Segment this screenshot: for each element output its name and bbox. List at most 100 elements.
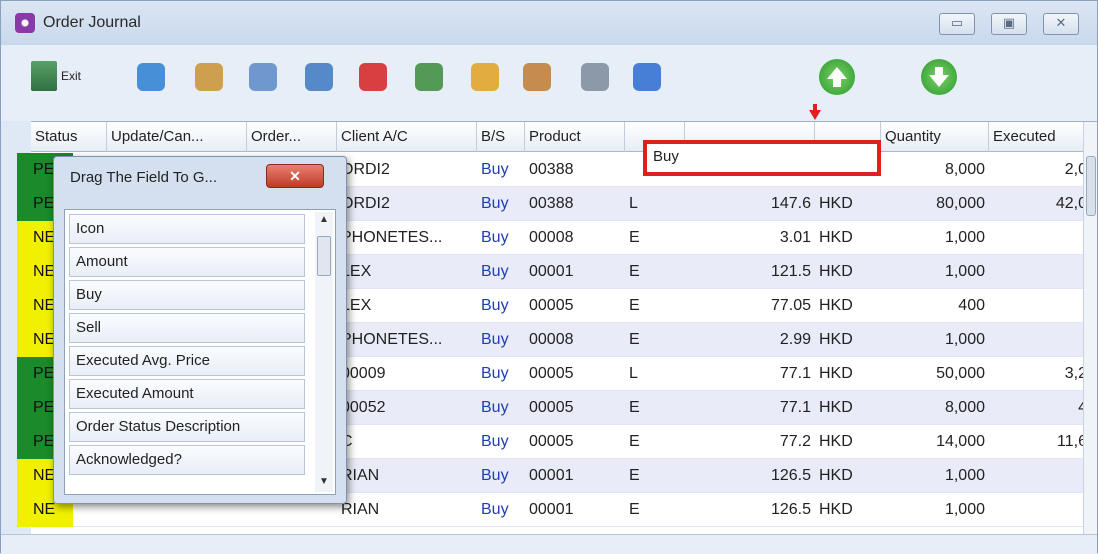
cell-type: L <box>629 195 638 212</box>
down-arrow-icon[interactable] <box>921 59 957 95</box>
exit-icon <box>31 61 57 91</box>
exit-button[interactable]: Exit <box>31 59 103 95</box>
up-arrow-icon[interactable] <box>819 59 855 95</box>
cell-client: PHONETES... <box>341 331 443 348</box>
cell-client: PHONETES... <box>341 229 443 246</box>
field-item[interactable]: Icon <box>69 214 305 244</box>
col-product[interactable]: Product <box>525 122 625 152</box>
field-list-scroll-thumb[interactable] <box>317 236 331 276</box>
cell-ccy: HKD <box>819 467 853 484</box>
field-item[interactable]: Order Status Description <box>69 412 305 442</box>
cell-client: 00009 <box>341 365 386 382</box>
col-update-cancel[interactable]: Update/Can... <box>107 122 247 152</box>
scroll-up-icon[interactable]: ▲ <box>317 214 331 225</box>
cell-bs: Buy <box>481 263 509 280</box>
clipboard-icon <box>471 63 499 91</box>
cell-product: 00005 <box>529 399 574 416</box>
cell-price: 126.5 <box>770 467 811 484</box>
cell-client: LEX <box>341 263 372 280</box>
globe-button[interactable] <box>133 59 169 95</box>
cell-exec: 3,2 <box>1064 365 1087 382</box>
order-journal-window: Order Journal ▭ ▣ ✕ Exit Status Update/C… <box>0 0 1098 554</box>
grid-scroll-thumb[interactable] <box>1086 156 1096 216</box>
col-status[interactable]: Status <box>17 122 107 152</box>
user-button[interactable] <box>519 59 555 95</box>
col-bs[interactable]: B/S <box>477 122 525 152</box>
scroll-down-icon[interactable]: ▼ <box>317 476 331 487</box>
col-quantity[interactable]: Quantity <box>881 122 989 152</box>
exit-label: Exit <box>61 69 82 83</box>
field-chooser-close-button[interactable]: ✕ <box>266 164 324 188</box>
cell-bs: Buy <box>481 501 509 518</box>
grid-vertical-scrollbar[interactable] <box>1083 122 1097 553</box>
approve-icon <box>415 63 443 91</box>
search-button[interactable] <box>577 59 613 95</box>
cell-bs: Buy <box>481 229 509 246</box>
delete-button[interactable] <box>355 59 391 95</box>
cell-exec <box>989 255 1091 289</box>
cell-ccy: HKD <box>819 365 853 382</box>
drop-indicator-label: Buy <box>653 148 679 165</box>
up-arrow-glyph <box>827 67 847 87</box>
cell-type: E <box>629 263 640 280</box>
cell-price: 77.2 <box>779 433 811 450</box>
cell-bs: Buy <box>481 399 509 416</box>
cell-product: 00388 <box>529 195 574 212</box>
close-button[interactable]: ✕ <box>1043 13 1079 35</box>
cell-qty: 14,000 <box>936 433 985 450</box>
drop-arrow-icon <box>809 104 821 120</box>
cell-ccy: HKD <box>819 501 853 518</box>
cell-exec: 4 <box>989 391 1091 425</box>
field-item[interactable]: Amount <box>69 247 305 277</box>
cell-ccy: HKD <box>819 195 853 212</box>
cell-product: 00388 <box>529 161 574 178</box>
col-client-ac[interactable]: Client A/C <box>337 122 477 152</box>
cell-bs: Buy <box>481 331 509 348</box>
edit-button[interactable] <box>301 59 337 95</box>
cell-type: E <box>629 467 640 484</box>
edit-icon <box>305 63 333 91</box>
field-list-scrollbar[interactable]: ▲ ▼ <box>315 212 333 492</box>
folder-icon <box>195 63 223 91</box>
cell-type: E <box>629 433 640 450</box>
cell-ccy: HKD <box>819 331 853 348</box>
cell-product: 00001 <box>529 263 574 280</box>
cell-ccy: HKD <box>819 263 853 280</box>
cell-bs: Buy <box>481 161 509 178</box>
refresh-icon <box>633 63 661 91</box>
cell-type: E <box>629 229 640 246</box>
minimize-button[interactable]: ▭ <box>939 13 975 35</box>
clipboard-button[interactable] <box>467 59 503 95</box>
cell-exec <box>989 221 1091 255</box>
field-item[interactable]: Acknowledged? <box>69 445 305 475</box>
cell-exec <box>989 289 1091 323</box>
cell-client: RIAN <box>341 467 380 484</box>
cell-client: ORDI2 <box>341 161 390 178</box>
col-order[interactable]: Order... <box>247 122 337 152</box>
approve-button[interactable] <box>411 59 447 95</box>
book-button[interactable] <box>245 59 281 95</box>
restore-button[interactable]: ▣ <box>991 13 1027 35</box>
field-item[interactable]: Executed Avg. Price <box>69 346 305 376</box>
field-item[interactable]: Sell <box>69 313 305 343</box>
cell-type: E <box>629 297 640 314</box>
col-executed[interactable]: Executed <box>989 122 1091 152</box>
field-item[interactable]: Buy <box>69 280 305 310</box>
field-chooser-popup[interactable]: Drag The Field To G... ✕ Icon Amount Buy Se… <box>53 156 347 504</box>
cell-product: 00008 <box>529 331 574 348</box>
cell-price: 77.05 <box>770 297 811 314</box>
cell-ccy: HKD <box>819 399 853 416</box>
cell-bs: Buy <box>481 467 509 484</box>
column-drop-indicator: Buy <box>643 140 881 176</box>
cell-price: 2.99 <box>779 331 811 348</box>
user-icon <box>523 63 551 91</box>
field-item[interactable]: Executed Amount <box>69 379 305 409</box>
cell-bs: Buy <box>481 433 509 450</box>
cell-qty: 1,000 <box>944 229 985 246</box>
cell-price: 147.6 <box>770 195 811 212</box>
search-icon <box>581 63 609 91</box>
refresh-button[interactable] <box>629 59 665 95</box>
cell-price: 77.1 <box>779 399 811 416</box>
book-icon <box>249 63 277 91</box>
folder-button[interactable] <box>191 59 227 95</box>
